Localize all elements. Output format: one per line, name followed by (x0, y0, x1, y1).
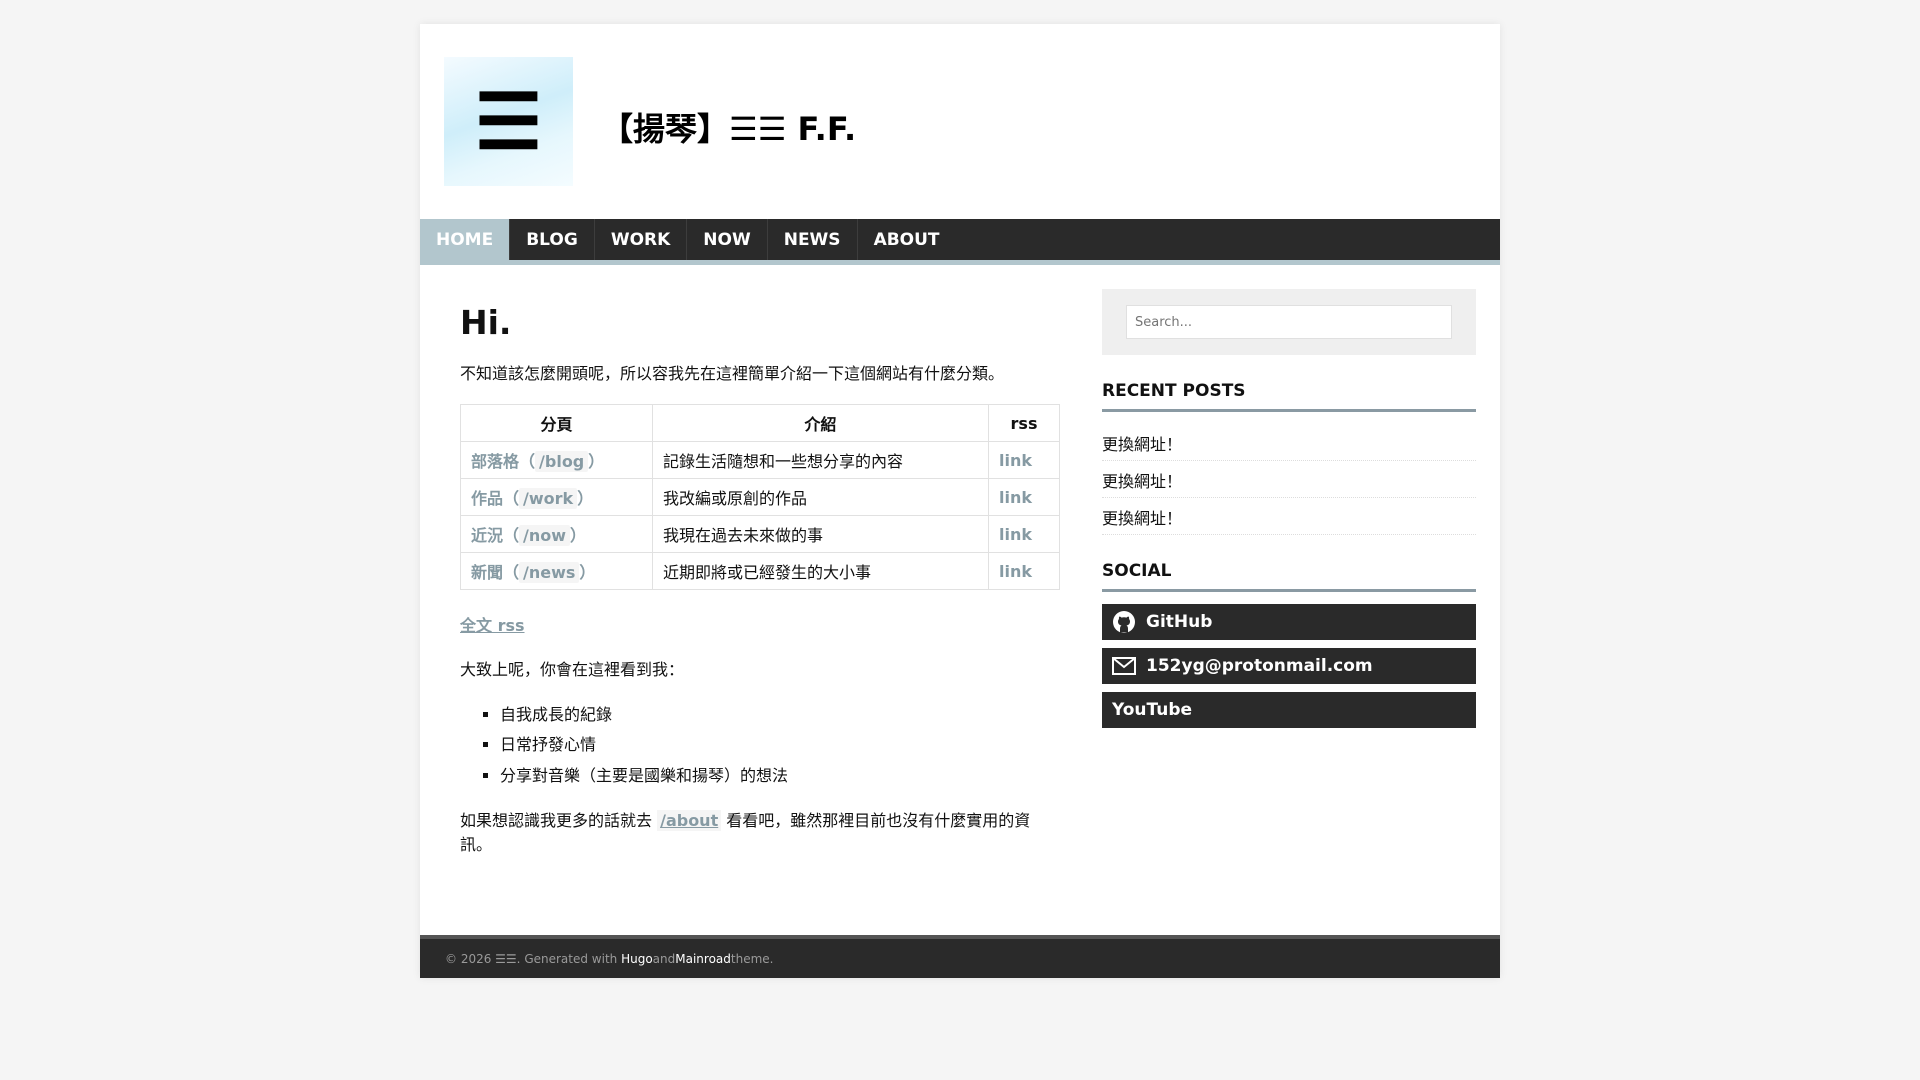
table-cell: 近況（/now） (460, 515, 653, 553)
site-header: ☰ 【揚琴】☰☰ F.F. (420, 24, 1500, 219)
site-title[interactable]: 【揚琴】☰☰ F.F. (601, 104, 856, 150)
table-cell: link (988, 478, 1060, 516)
lead-text: 大致上呢，你會在這裡看到我： (460, 660, 685, 679)
footer-theme: theme. (730, 951, 774, 966)
about-link[interactable]: /about (657, 810, 722, 832)
social-title: SOCIAL (1102, 561, 1476, 592)
list-item: 日常抒發心情 (500, 730, 1060, 760)
github-icon (1113, 611, 1135, 633)
table-cell: 我改編或原創的作品 (652, 478, 989, 516)
page-title: Hi. (460, 303, 512, 342)
table-cell: 記錄生活隨想和一些想分享的內容 (652, 441, 989, 479)
table-cell: link (988, 441, 1060, 479)
table-cell: 作品（/work） (460, 478, 653, 516)
table-row: 部落格（/blog） 記錄生活隨想和一些想分享的內容 link (460, 441, 1060, 479)
social-label: GitHub (1146, 612, 1213, 632)
table-cell: 部落格（/blog） (460, 441, 653, 479)
github-button[interactable]: GitHub (1102, 604, 1476, 640)
sidebar: RECENT POSTS 更換網址！ 更換網址！ 更換網址！ SOCIAL Gi… (1102, 289, 1476, 875)
main-content: Hi. 不知道該怎麼開頭呢，所以容我先在這裡簡單介紹一下這個網站有什麼分類。 分… (460, 289, 1060, 875)
trigram-icon: ☰ (474, 76, 543, 166)
recent-post-link[interactable]: 更換網址！ (1102, 498, 1476, 535)
rss-link[interactable]: link (999, 451, 1032, 470)
search-input[interactable] (1126, 305, 1452, 339)
site-footer: © 2026 ☰☰. Generated with Hugo and Mainr… (420, 935, 1500, 979)
table-cell: link (988, 552, 1060, 590)
category-path: /blog (535, 451, 589, 472)
nav-item-work[interactable]: WORK (595, 219, 688, 260)
column-header: 分頁 (460, 404, 653, 442)
intro-text: 不知道該怎麼開頭呢，所以容我先在這裡簡單介紹一下這個網站有什麼分類。 (460, 364, 1005, 383)
nav-item-blog[interactable]: BLOG (510, 219, 595, 260)
category-table: 分頁 介紹 rss 部落格（/blog） 記錄生活隨想和一些想分享的內容 lin… (460, 404, 1060, 590)
category-path: /news (519, 562, 580, 583)
table-row: 近況（/now） 我現在過去未來做的事 link (460, 515, 1060, 553)
table-header-row: 分頁 介紹 rss (460, 404, 1060, 442)
category-link-blog[interactable]: 部落格（/blog） (471, 451, 604, 472)
table-row: 新聞（/news） 近期即將或已經發生的大小事 link (460, 552, 1060, 590)
site-logo[interactable]: ☰ (444, 57, 573, 186)
nav-item-now[interactable]: NOW (687, 219, 768, 260)
youtube-button[interactable]: YouTube (1102, 692, 1476, 728)
column-header: 介紹 (652, 404, 989, 442)
footer-and: and (652, 951, 676, 966)
outro-text: 如果想認識我更多的話就去 /about 看看吧，雖然那裡目前也沒有什麼實用的資訊… (460, 809, 1060, 857)
email-button[interactable]: 152yg@protonmail.com (1102, 648, 1476, 684)
rss-link[interactable]: link (999, 562, 1032, 581)
rss-link[interactable]: link (999, 488, 1032, 507)
rss-link[interactable]: link (999, 525, 1032, 544)
table-row: 作品（/work） 我改編或原創的作品 link (460, 478, 1060, 516)
category-path: /work (519, 488, 578, 509)
mainroad-link[interactable]: Mainroad (675, 952, 731, 966)
social-label: YouTube (1112, 700, 1193, 720)
category-link-now[interactable]: 近況（/now） (471, 525, 586, 546)
copyright-text: © 2026 ☰☰. Generated with (445, 951, 618, 966)
table-cell: 我現在過去未來做的事 (652, 515, 989, 553)
list-item: 分享對音樂（主要是國樂和揚琴）的想法 (500, 761, 1060, 791)
full-rss-link[interactable]: 全文 rss (460, 612, 1060, 636)
main-nav: HOME BLOG WORK NOW NEWS ABOUT (420, 219, 1500, 265)
bullet-list: 自我成長的紀錄 日常抒發心情 分享對音樂（主要是國樂和揚琴）的想法 (500, 700, 1060, 791)
outro-before: 如果想認識我更多的話就去 (460, 811, 658, 831)
category-name: 新聞 (471, 563, 504, 582)
category-link-news[interactable]: 新聞（/news） (471, 562, 595, 583)
content-area: Hi. 不知道該怎麼開頭呢，所以容我先在這裡簡單介紹一下這個網站有什麼分類。 分… (420, 265, 1500, 935)
nav-item-about[interactable]: ABOUT (858, 219, 956, 260)
list-item: 自我成長的紀錄 (500, 700, 1060, 730)
recent-posts-title: RECENT POSTS (1102, 381, 1476, 412)
category-name: 近況 (471, 526, 504, 545)
column-header: rss (988, 404, 1060, 442)
category-name: 作品 (471, 489, 504, 508)
social-label: 152yg@protonmail.com (1146, 656, 1373, 676)
nav-item-home[interactable]: HOME (420, 219, 511, 260)
category-link-work[interactable]: 作品（/work） (471, 488, 593, 509)
table-cell: 近期即將或已經發生的大小事 (652, 552, 989, 590)
recent-post-link[interactable]: 更換網址！ (1102, 424, 1476, 461)
mail-icon (1112, 657, 1136, 675)
hugo-link[interactable]: Hugo (621, 952, 653, 966)
category-path: /now (519, 525, 571, 546)
category-name: 部落格 (471, 452, 520, 471)
table-cell: 新聞（/news） (460, 552, 653, 590)
page-container: ☰ 【揚琴】☰☰ F.F. HOME BLOG WORK NOW NEWS AB… (420, 24, 1500, 979)
nav-item-news[interactable]: NEWS (768, 219, 858, 260)
table-cell: link (988, 515, 1060, 553)
search-widget (1102, 289, 1476, 355)
recent-post-link[interactable]: 更換網址！ (1102, 461, 1476, 498)
